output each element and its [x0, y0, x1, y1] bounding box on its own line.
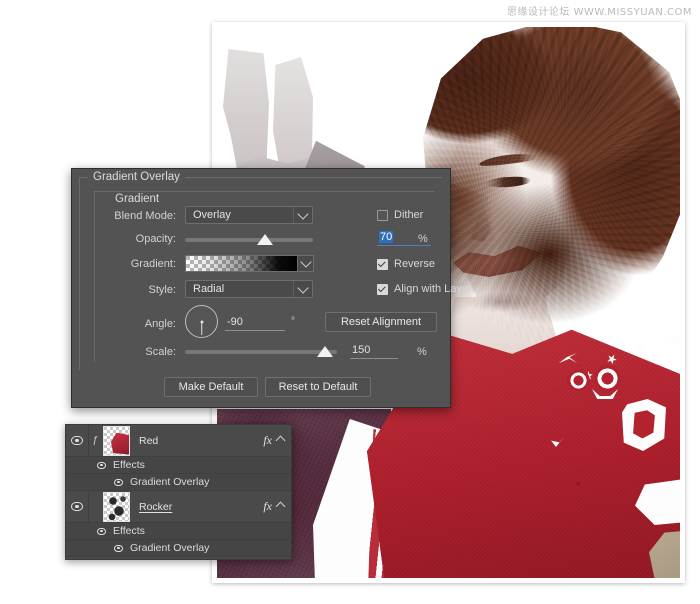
- layer-row-red[interactable]: ƒ Red fx: [66, 425, 291, 457]
- scale-input[interactable]: 150: [350, 344, 398, 359]
- layer-visibility-toggle[interactable]: [66, 425, 89, 456]
- make-default-button[interactable]: Make Default: [164, 377, 258, 397]
- eye-icon: [71, 436, 83, 445]
- layer-thumbnail[interactable]: [103, 425, 130, 456]
- fx-icon[interactable]: fx: [263, 499, 272, 514]
- shirt-graphic-face: [567, 369, 590, 392]
- opacity-slider-thumb[interactable]: [257, 234, 273, 245]
- angle-input[interactable]: -90: [225, 316, 285, 331]
- reverse-checkbox-box: [377, 258, 388, 270]
- opacity-slider-track: [185, 238, 313, 242]
- style-dropdown[interactable]: Radial: [185, 280, 313, 298]
- layer-row-gradient-overlay[interactable]: Gradient Overlay: [66, 540, 291, 557]
- site-watermark: 思缘设计论坛 WWW.MISSYUAN.COM: [506, 7, 692, 18]
- align-with-layer-checkbox-box: [377, 283, 388, 295]
- eye-icon[interactable]: [114, 478, 123, 486]
- gradient-overlay-label: Gradient Overlay: [130, 542, 210, 554]
- opacity-unit: %: [418, 233, 428, 245]
- angle-dial[interactable]: [185, 305, 218, 338]
- scale-label: Scale:: [145, 346, 176, 358]
- angle-dial-pointer: [200, 321, 203, 335]
- layer-row-rocker[interactable]: Rocker fx: [66, 491, 291, 523]
- gradient-overlay-dialog: Gradient Overlay Gradient Blend Mode: Ov…: [71, 168, 472, 408]
- layer-thumbnail[interactable]: [103, 491, 130, 522]
- scale-slider-track: [185, 350, 337, 354]
- gradient-overlay-effect[interactable]: Gradient Overlay: [88, 540, 209, 556]
- blend-mode-value: Overlay: [193, 209, 231, 221]
- layer-name[interactable]: Red: [130, 435, 250, 447]
- chevron-down-icon: [293, 207, 312, 223]
- dither-checkbox-box: [377, 209, 388, 221]
- effects-group[interactable]: Effects: [88, 523, 145, 539]
- dither-checkbox[interactable]: Dither: [377, 209, 423, 221]
- dialog-title: Gradient Overlay: [88, 171, 185, 183]
- scale-value: 150: [352, 344, 371, 356]
- style-label: Style:: [148, 284, 176, 296]
- shirt-graphic-star: [633, 339, 648, 354]
- chevron-down-icon: [293, 281, 312, 297]
- angle-dial-center: [200, 320, 203, 323]
- layer-name-input[interactable]: Rocker: [130, 501, 250, 513]
- effects-label: Effects: [113, 525, 145, 537]
- gradient-overlay-effect[interactable]: Gradient Overlay: [88, 474, 209, 490]
- opacity-slider[interactable]: [185, 231, 313, 249]
- layer-row-effects[interactable]: Effects: [66, 457, 291, 474]
- gradient-section-title: Gradient: [110, 193, 165, 205]
- dither-label: Dither: [394, 209, 424, 221]
- layer-fx-controls[interactable]: fx: [250, 499, 291, 514]
- scale-unit: %: [417, 346, 427, 358]
- layer-row-effects[interactable]: Effects: [66, 523, 291, 540]
- eye-icon[interactable]: [97, 527, 106, 535]
- eye-icon[interactable]: [97, 461, 106, 469]
- gradient-preview-swatch[interactable]: [185, 255, 299, 272]
- scale-slider-thumb[interactable]: [317, 346, 333, 357]
- align-with-layer-checkbox[interactable]: Align with Layer: [377, 283, 472, 295]
- reset-to-default-button[interactable]: Reset to Default: [265, 377, 371, 397]
- shirt-graphic-star: [665, 330, 680, 351]
- eye-icon: [71, 502, 83, 511]
- align-with-layer-label: Align with Layer: [394, 283, 472, 295]
- link-icon: ƒ: [92, 435, 98, 446]
- style-value: Radial: [193, 283, 225, 295]
- angle-label: Angle:: [144, 318, 176, 330]
- effects-label: Effects: [113, 459, 145, 471]
- chevron-up-icon[interactable]: [275, 435, 286, 445]
- scale-slider[interactable]: [185, 343, 337, 361]
- gradient-overlay-label: Gradient Overlay: [130, 476, 210, 488]
- reset-alignment-button[interactable]: Reset Alignment: [325, 312, 437, 332]
- layer-row-gradient-overlay[interactable]: Gradient Overlay: [66, 474, 291, 491]
- chevron-up-icon[interactable]: [275, 501, 286, 511]
- opacity-value: 70: [379, 231, 394, 243]
- eye-icon[interactable]: [114, 544, 123, 552]
- blend-mode-dropdown[interactable]: Overlay: [185, 206, 313, 224]
- gradient-label: Gradient:: [130, 258, 176, 270]
- opacity-label: Opacity:: [135, 233, 176, 245]
- fx-icon[interactable]: fx: [263, 433, 272, 448]
- angle-unit: °: [291, 316, 295, 327]
- gradient-picker-dropdown[interactable]: [297, 255, 314, 272]
- blend-mode-label: Blend Mode:: [114, 210, 176, 222]
- reverse-checkbox[interactable]: Reverse: [377, 258, 435, 270]
- layers-panel: ƒ Red fx Effects Gradient Overlay Rocker: [65, 424, 292, 560]
- reverse-label: Reverse: [394, 258, 435, 270]
- shirt-graphic-face: [594, 365, 621, 392]
- layer-fx-controls[interactable]: fx: [250, 433, 291, 448]
- effects-group[interactable]: Effects: [88, 457, 145, 473]
- layer-visibility-toggle[interactable]: [66, 491, 89, 522]
- angle-value: -90: [227, 316, 243, 328]
